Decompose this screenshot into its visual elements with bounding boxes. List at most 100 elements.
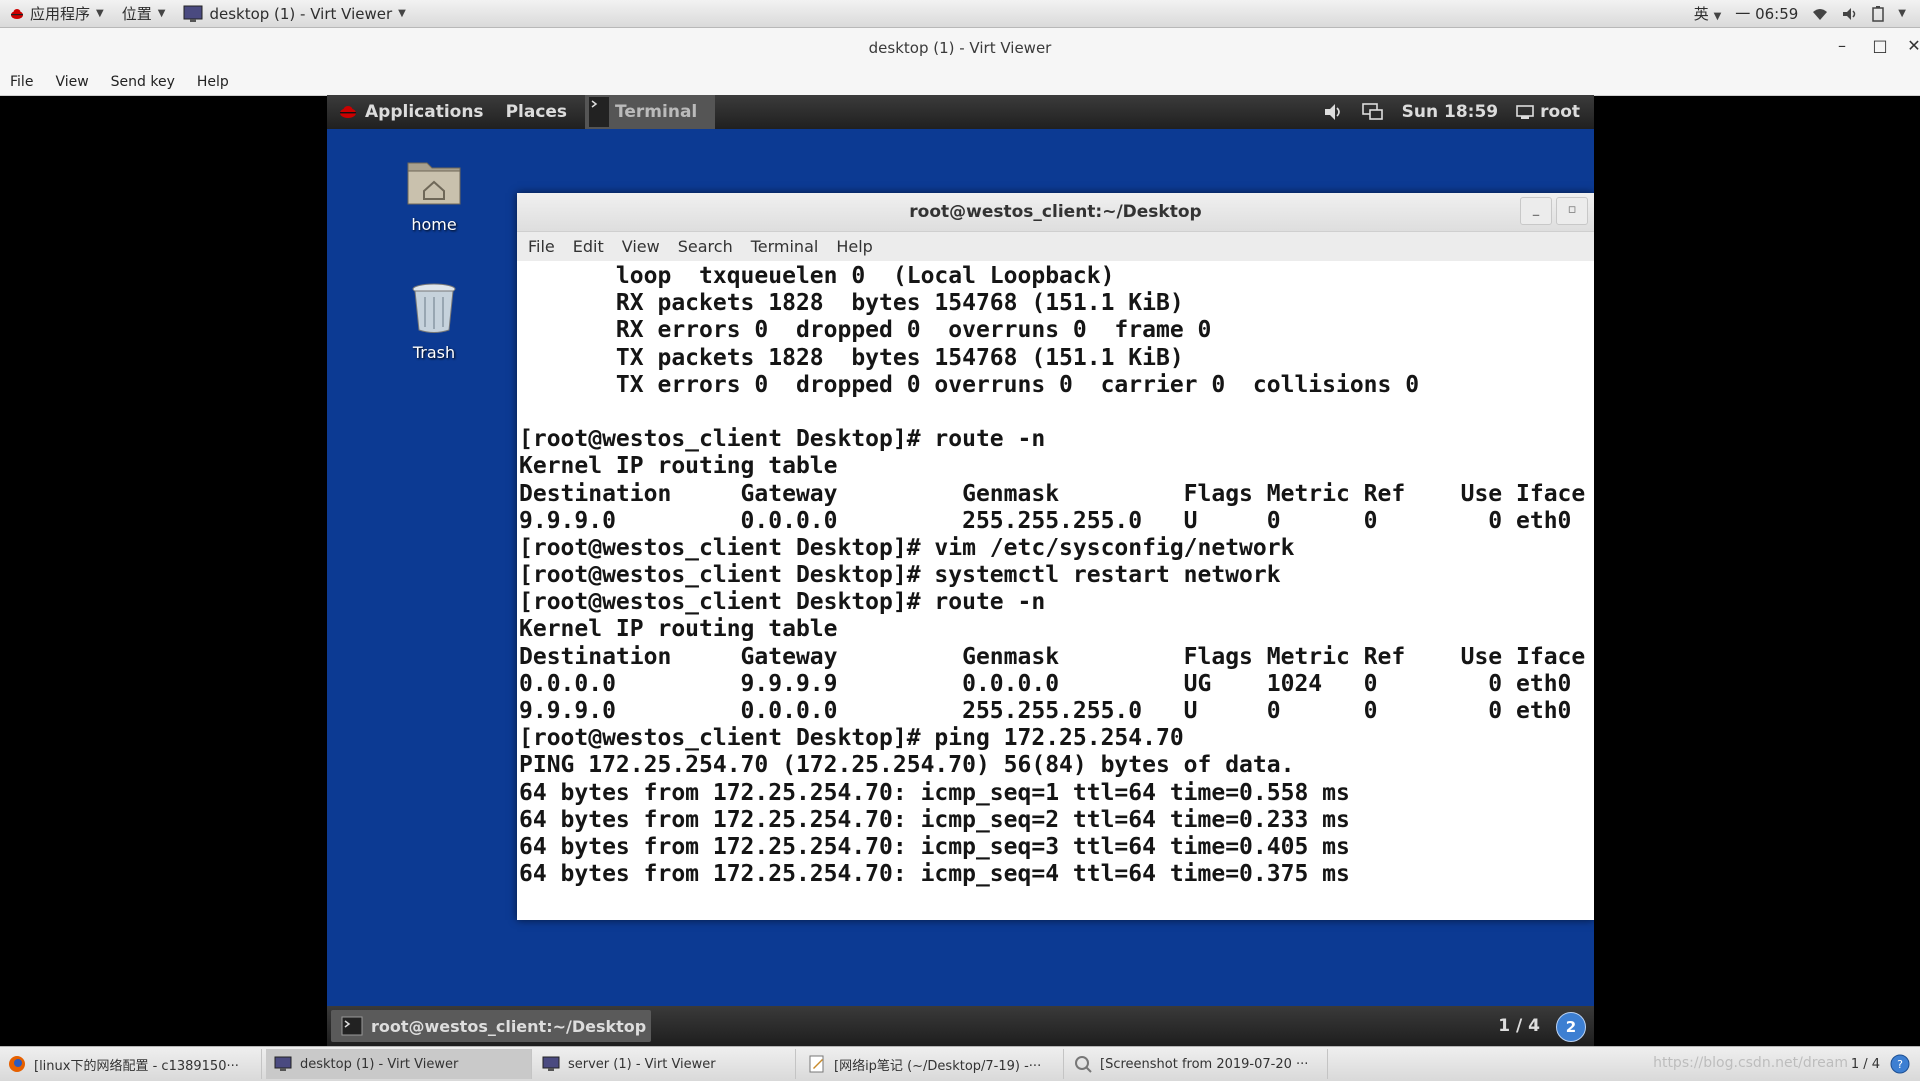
terminal-maximize-button[interactable]: ▫ <box>1556 197 1588 225</box>
desktop-icon-home[interactable]: home <box>379 155 489 234</box>
host-task-desktop-viewer[interactable]: desktop (1) - Virt Viewer <box>266 1049 532 1079</box>
terminal-menu-help[interactable]: Help <box>836 237 872 256</box>
virt-viewer-titlebar[interactable]: desktop (1) - Virt Viewer – □ ✕ <box>0 28 1920 68</box>
guest-notification-badge[interactable]: 2 <box>1556 1012 1586 1042</box>
host-task-label: [linux下的网络配置 - c1389150··· <box>34 1058 239 1074</box>
terminal-line: 64 bytes from 172.25.254.70: icmp_seq=1 … <box>519 779 1350 806</box>
terminal-menu-view[interactable]: View <box>622 237 660 256</box>
image-viewer-icon <box>1074 1055 1092 1073</box>
terminal-line: TX errors 0 dropped 0 overruns 0 carrier… <box>519 371 1420 398</box>
monitor-icon <box>274 1056 292 1072</box>
guest-bottom-panel: root@westos_client:~/Desktop 1 / 4 2 <box>327 1006 1594 1046</box>
terminal-line: 9.9.9.0 0.0.0.0 255.255.255.0 U 0 0 0 et… <box>519 507 1572 534</box>
notification-icon[interactable]: ? <box>1890 1054 1910 1074</box>
terminal-line: [root@westos_client Desktop]# route -n <box>519 426 1046 453</box>
guest-user-menu[interactable]: root <box>1516 102 1580 122</box>
guest-display[interactable]: Applications Places Terminal Sun 18:59 r… <box>327 95 1594 1046</box>
terminal-line: loop txqueuelen 0 (Local Loopback) <box>519 263 1115 289</box>
guest-places-label: Places <box>505 102 568 122</box>
guest-bottom-task-terminal[interactable]: root@westos_client:~/Desktop <box>331 1010 651 1042</box>
home-folder-icon <box>405 155 463 207</box>
terminal-line: Kernel IP routing table <box>519 616 838 643</box>
terminal-line: 0.0.0.0 9.9.9.9 0.0.0.0 UG 1024 0 0 eth0 <box>519 670 1572 697</box>
terminal-line: 64 bytes from 172.25.254.70: icmp_seq=3 … <box>519 833 1350 860</box>
host-task-server-viewer[interactable]: server (1) - Virt Viewer <box>534 1049 796 1079</box>
trash-icon <box>409 281 459 335</box>
terminal-menubar: File Edit View Search Terminal Help <box>517 232 1594 261</box>
host-taskbar-right: 1 / 4 ? <box>1851 1047 1910 1081</box>
chevron-down-icon: ▼ <box>1713 11 1722 22</box>
desktop-icon-trash[interactable]: Trash <box>379 281 489 362</box>
terminal-line: RX packets 1828 bytes 154768 (151.1 KiB) <box>519 290 1184 317</box>
monitor-icon <box>183 5 203 23</box>
terminal-menu-edit[interactable]: Edit <box>573 237 604 256</box>
terminal-title: root@westos_client:~/Desktop <box>909 202 1202 222</box>
guest-workspace-indicator[interactable]: 1 / 4 <box>1498 1006 1540 1046</box>
host-clock[interactable]: 一 06:59 <box>1735 3 1798 24</box>
terminal-line: Destination Gateway Genmask Flags Metric… <box>519 480 1586 507</box>
chevron-down-icon: ▼ <box>157 8 166 19</box>
host-places-label: 位置 <box>121 5 152 23</box>
host-task-screenshot[interactable]: [Screenshot from 2019-07-20 ··· <box>1066 1049 1328 1079</box>
guest-applications-label: Applications <box>365 102 484 122</box>
host-applications-label: 应用程序 <box>30 5 91 23</box>
terminal-window[interactable]: root@westos_client:~/Desktop _ ▫ File Ed… <box>517 193 1594 920</box>
network-icon[interactable] <box>1361 103 1384 121</box>
minimize-button[interactable]: – <box>1830 36 1854 55</box>
guest-places-menu[interactable]: Places <box>506 102 567 122</box>
host-window-list-button[interactable]: desktop (1) - Virt Viewer ▼ <box>183 0 406 27</box>
host-task-label: desktop (1) - Virt Viewer <box>300 1056 459 1072</box>
volume-icon[interactable] <box>1324 103 1344 121</box>
volume-icon[interactable] <box>1842 7 1858 21</box>
close-button[interactable]: ✕ <box>1902 36 1920 55</box>
host-status-area: 英 ▼ 一 06:59 ▼ <box>1694 0 1920 27</box>
vv-menu-file[interactable]: File <box>10 74 33 90</box>
input-method-indicator[interactable]: 英 ▼ <box>1694 3 1722 24</box>
terminal-titlebar[interactable]: root@westos_client:~/Desktop _ ▫ <box>517 193 1594 232</box>
user-menu-icon <box>1516 104 1534 120</box>
virt-viewer-menubar: File View Send key Help <box>0 68 1920 96</box>
guest-terminal-task[interactable]: Terminal <box>585 95 716 129</box>
vv-menu-help[interactable]: Help <box>197 74 229 90</box>
guest-status-area: Sun 18:59 root <box>1324 95 1580 129</box>
terminal-menu-file[interactable]: File <box>528 237 555 256</box>
host-task-label: [Screenshot from 2019-07-20 ··· <box>1100 1056 1309 1072</box>
terminal-line: Kernel IP routing table <box>519 453 838 480</box>
firefox-icon <box>8 1055 26 1073</box>
terminal-icon <box>341 1016 363 1036</box>
host-applications-menu[interactable]: 应用程序 ▼ <box>10 0 104 27</box>
svg-text:?: ? <box>1897 1058 1903 1071</box>
watermark-text: https://blog.csdn.net/dream <box>1653 1055 1848 1071</box>
terminal-line: [root@westos_client Desktop]# ping 172.2… <box>519 725 1184 752</box>
chevron-down-icon: ▼ <box>96 8 104 19</box>
terminal-minimize-button[interactable]: _ <box>1520 197 1552 225</box>
host-task-firefox[interactable]: [linux下的网络配置 - c1389150··· <box>0 1049 262 1079</box>
battery-icon[interactable] <box>1872 5 1885 22</box>
chevron-down-icon[interactable]: ▼ <box>1898 8 1906 19</box>
desktop-icon-trash-label: Trash <box>412 343 456 362</box>
terminal-menu-search[interactable]: Search <box>678 237 733 256</box>
terminal-line: TX packets 1828 bytes 154768 (151.1 KiB) <box>519 344 1184 371</box>
terminal-line: Destination Gateway Genmask Flags Metric… <box>519 643 1586 670</box>
vv-menu-send-key[interactable]: Send key <box>111 74 175 90</box>
terminal-line: PING 172.25.254.70 (172.25.254.70) 56(84… <box>519 752 1295 779</box>
guest-bottom-task-label: root@westos_client:~/Desktop <box>371 1016 647 1036</box>
virt-viewer-title: desktop (1) - Virt Viewer <box>868 39 1052 57</box>
host-workspace-indicator[interactable]: 1 / 4 <box>1851 1057 1880 1072</box>
host-places-menu[interactable]: 位置 ▼ <box>122 0 166 27</box>
guest-terminal-task-label: Terminal <box>615 102 698 122</box>
terminal-line: 64 bytes from 172.25.254.70: icmp_seq=4 … <box>519 861 1350 888</box>
vv-menu-view[interactable]: View <box>55 74 88 90</box>
host-task-editor[interactable]: [网络ip笔记 (~/Desktop/7-19) -··· <box>800 1049 1064 1079</box>
monitor-icon <box>542 1056 560 1072</box>
terminal-icon <box>589 97 610 127</box>
host-task-label: server (1) - Virt Viewer <box>568 1056 716 1072</box>
maximize-button[interactable]: □ <box>1868 36 1892 55</box>
terminal-output[interactable]: loop txqueuelen 0 (Local Loopback) RX pa… <box>517 261 1594 920</box>
wifi-icon[interactable] <box>1812 7 1828 21</box>
terminal-menu-terminal[interactable]: Terminal <box>751 237 819 256</box>
terminal-line: [root@westos_client Desktop]# systemctl … <box>519 562 1281 589</box>
guest-clock[interactable]: Sun 18:59 <box>1402 102 1498 122</box>
guest-applications-menu[interactable]: Applications <box>339 102 484 122</box>
